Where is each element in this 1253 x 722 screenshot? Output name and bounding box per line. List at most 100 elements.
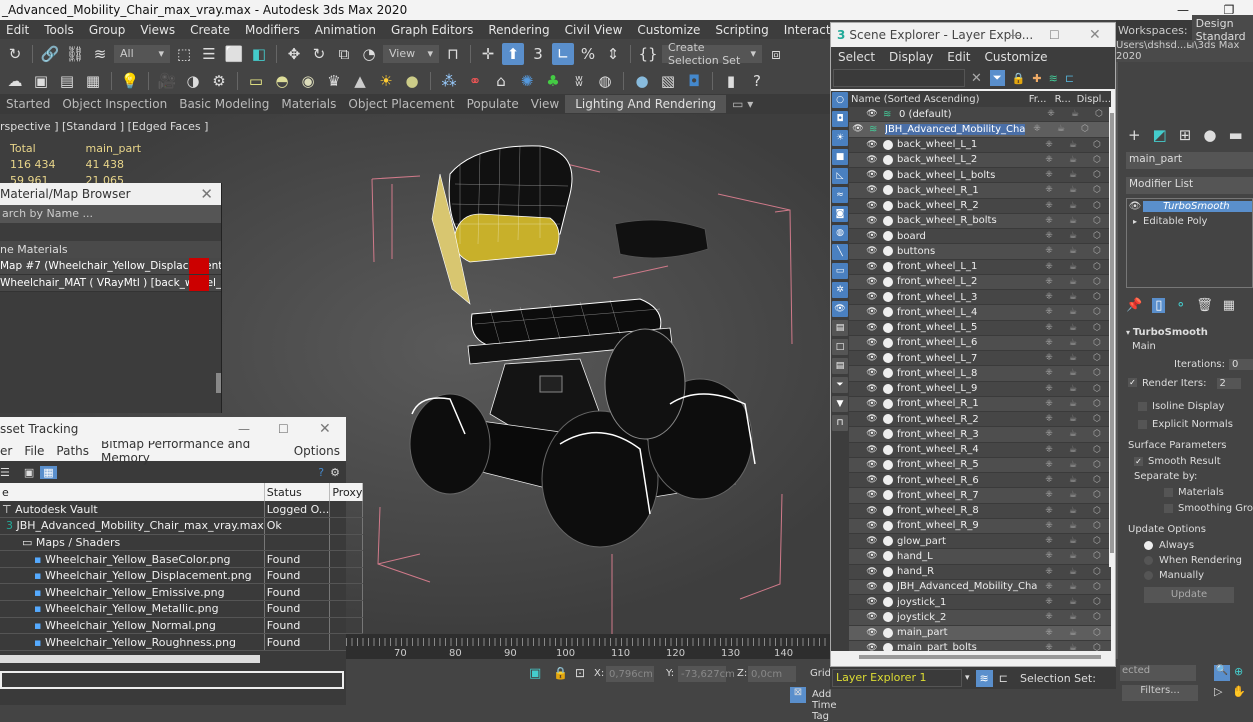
material-editor-icon[interactable]: ▧ — [657, 70, 679, 92]
render-teapot-icon[interactable]: ☕ — [1061, 170, 1085, 180]
display-box-icon[interactable]: ⬡ — [1085, 140, 1109, 150]
cloud-icon[interactable]: ☁ — [4, 70, 26, 92]
layer-icon[interactable]: ▦ — [82, 70, 104, 92]
render-teapot-icon[interactable]: ☕ — [1061, 323, 1085, 333]
render-teapot-icon[interactable]: ☕ — [1061, 155, 1085, 165]
select-by-name-icon[interactable]: ☰ — [198, 43, 220, 65]
object-row[interactable]: 👁 front_wheel_L_5 ⁜ ☕ ⬡ — [849, 320, 1111, 336]
visibility-eye-icon[interactable]: 👁 — [865, 536, 879, 546]
container-icon[interactable]: ⊓ — [832, 415, 848, 431]
funnel-icon[interactable]: ⏷ — [832, 377, 848, 393]
column-status[interactable]: Status — [264, 483, 331, 501]
visibility-eye-icon[interactable]: 👁 — [865, 338, 879, 348]
close-button[interactable]: ✕ — [1089, 27, 1101, 43]
asset-row[interactable]: ▪ Wheelchair_Yellow_Displacement.png Foun… — [0, 567, 364, 585]
display-box-icon[interactable]: ⬡ — [1085, 201, 1109, 211]
zoom-all-icon[interactable]: ⊕ — [1234, 665, 1243, 678]
object-row[interactable]: 👁 front_wheel_R_6 ⁜ ☕ ⬡ — [849, 473, 1111, 489]
helpers-filter-icon[interactable]: ◺ — [832, 168, 848, 184]
freeze-icon[interactable]: ⁜ — [1025, 124, 1049, 134]
object-row[interactable]: 👁 back_wheel_R_bolts ⁜ ☕ ⬡ — [849, 213, 1111, 229]
display-box-icon[interactable]: ⬡ — [1085, 246, 1109, 256]
camera-icon[interactable]: 🎥 — [156, 70, 178, 92]
visibility-eye-icon[interactable]: 👁 — [865, 323, 879, 333]
visibility-eye-icon[interactable]: 👁 — [865, 490, 879, 500]
display-box-icon[interactable]: ⬡ — [1085, 429, 1109, 439]
x-coordinate-field[interactable]: 0,796cm — [606, 666, 654, 682]
pivot-icon[interactable]: ⊓ — [442, 43, 464, 65]
mesh-light-icon[interactable]: ♛ — [323, 70, 345, 92]
selection-filter-dropdown[interactable]: All ▾ — [114, 44, 170, 63]
freeze-icon[interactable]: ⁜ — [1037, 155, 1061, 165]
visibility-eye-icon[interactable]: 👁 — [865, 475, 879, 485]
render-setup-icon[interactable]: ⚙ — [208, 70, 230, 92]
clear-search-icon[interactable]: ✕ — [971, 71, 982, 86]
freeze-icon[interactable]: ⁜ — [1037, 338, 1061, 348]
object-row[interactable]: 👁 front_wheel_L_7 ⁜ ☕ ⬡ — [849, 351, 1111, 367]
ribbon-tab[interactable]: Started — [0, 97, 56, 111]
object-row[interactable]: 👁 front_wheel_R_3 ⁜ ☕ ⬡ — [849, 427, 1111, 443]
render-teapot-icon[interactable]: ☕ — [1061, 353, 1085, 363]
menu-bitmap-performance[interactable]: Bitmap Performance and Memory — [95, 437, 288, 465]
display-box-icon[interactable]: ⬡ — [1085, 216, 1109, 226]
menu-edit[interactable]: Edit — [0, 23, 38, 37]
angle-snap-icon[interactable]: ∟ — [552, 42, 574, 65]
asset-row[interactable]: ▪ Wheelchair_Yellow_Normal.png Found — [0, 617, 364, 635]
display-box-icon[interactable]: ⬡ — [1085, 170, 1109, 180]
menu-customize[interactable]: Customize — [978, 50, 1055, 64]
z-coordinate-field[interactable]: 0,0cm — [748, 666, 796, 682]
field-of-view-icon[interactable]: ▷ — [1214, 685, 1222, 698]
render-teapot-icon[interactable]: ☕ — [1061, 399, 1085, 409]
display-box-icon[interactable]: ⬡ — [1085, 643, 1109, 651]
freeze-icon[interactable]: ⁜ — [1037, 231, 1061, 241]
object-row[interactable]: 👁 back_wheel_L_1 ⁜ ☕ ⬡ — [849, 137, 1111, 153]
menu-create[interactable]: Create — [184, 23, 239, 37]
layers-icon[interactable]: ≋ — [1049, 72, 1058, 85]
visibility-eye-icon[interactable]: 👁 — [865, 521, 879, 531]
object-row[interactable]: 👁 front_wheel_R_5 ⁜ ☕ ⬡ — [849, 457, 1111, 473]
ribbon-tab-active[interactable]: Lighting And Rendering — [565, 95, 727, 113]
light-lister-icon[interactable]: 💡 — [119, 70, 141, 92]
asset-horizontal-scrollbar[interactable] — [0, 654, 260, 663]
rectangular-selection-icon[interactable]: ⬜ — [223, 43, 245, 65]
redo-icon[interactable]: ↻ — [4, 43, 26, 65]
sort-by-hierarchy-icon[interactable]: ⊏ — [999, 672, 1008, 685]
object-row[interactable]: 👁 front_wheel_L_8 ⁜ ☕ ⬡ — [849, 366, 1111, 382]
object-row[interactable]: 👁 hand_L ⁜ ☕ ⬡ — [849, 549, 1111, 565]
render-teapot-icon[interactable]: ☕ — [1061, 307, 1085, 317]
freeze-icon[interactable]: ⁜ — [1037, 216, 1061, 226]
display-box-icon[interactable]: ⬡ — [1085, 628, 1109, 638]
freeze-icon[interactable]: ⁜ — [1037, 323, 1061, 333]
menu-options[interactable]: Options — [288, 444, 346, 458]
render-teapot-icon[interactable]: ☕ — [1061, 201, 1085, 211]
render-teapot-icon[interactable]: ☕ — [1061, 368, 1085, 378]
render-teapot-icon[interactable]: ☕ — [1061, 475, 1085, 485]
menu-paths[interactable]: Paths — [50, 444, 95, 458]
visibility-eye-icon[interactable]: 👁 — [1127, 201, 1143, 212]
menu-civil-view[interactable]: Civil View — [559, 23, 632, 37]
containers-filter-icon[interactable]: ▭ — [832, 263, 848, 279]
object-row[interactable]: 👁 main_part_bolts ⁜ ☕ ⬡ — [849, 640, 1111, 651]
render-teapot-icon[interactable]: ☕ — [1061, 292, 1085, 302]
freeze-icon[interactable]: ⁜ — [1037, 246, 1061, 256]
list-view-icon[interactable]: ☰ — [0, 466, 10, 479]
menu-modifiers[interactable]: Modifiers — [239, 23, 309, 37]
scene-explorer-titlebar[interactable]: 3 Scene Explorer - Layer Explo... — ☐ ✕ — [831, 23, 1115, 47]
link-icon[interactable]: 🔗 — [39, 43, 61, 65]
freeze-icon[interactable]: ⁜ — [1037, 551, 1061, 561]
ribbon-tab[interactable]: View — [525, 97, 565, 111]
visibility-eye-icon[interactable]: 👁 — [865, 170, 879, 180]
edit-named-selection-icon[interactable]: {} — [637, 43, 659, 65]
scene-materials-category[interactable]: ne Materials — [0, 241, 221, 258]
object-row[interactable]: 👁 main_part ⁜ ☕ ⬡ — [849, 625, 1111, 641]
display-box-icon[interactable]: ⬡ — [1085, 277, 1109, 287]
display-box-icon[interactable]: ⬡ — [1085, 612, 1109, 622]
object-row[interactable]: 👁 buttons ⁜ ☕ ⬡ — [849, 244, 1111, 260]
visibility-eye-icon[interactable]: 👁 — [865, 353, 879, 363]
update-rendering-radio[interactable] — [1144, 555, 1153, 565]
update-button[interactable]: Update — [1144, 587, 1234, 603]
help-icon[interactable]: ? — [318, 466, 324, 479]
visibility-eye-icon[interactable]: 👁 — [865, 368, 879, 378]
freeze-icon[interactable]: ⁜ — [1037, 536, 1061, 546]
display-box-icon[interactable]: ⬡ — [1085, 262, 1109, 272]
